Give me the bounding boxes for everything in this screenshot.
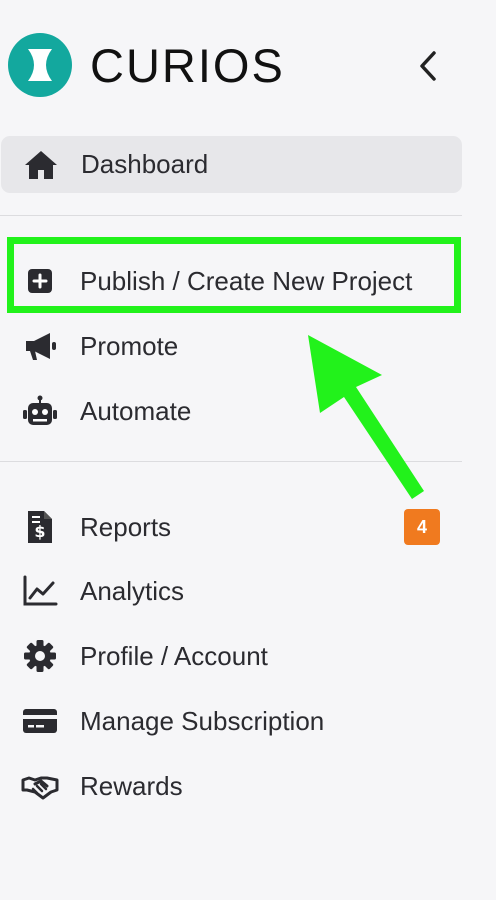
divider (0, 215, 462, 216)
sidebar-item-label: Reports (80, 511, 172, 542)
invoice-dollar-icon: $ (20, 507, 60, 547)
sidebar-item-label: Promote (80, 330, 179, 361)
sidebar-item-dashboard[interactable]: Dashboard (1, 136, 462, 193)
svg-text:$: $ (34, 522, 45, 541)
megaphone-icon (20, 326, 60, 366)
curios-logo-icon (8, 33, 72, 97)
handshake-icon (20, 766, 60, 806)
sidebar-item-label: Analytics (80, 575, 185, 606)
sidebar-header: CURIOS (0, 0, 496, 130)
brand-name: CURIOS (90, 39, 285, 92)
sidebar-item-rewards[interactable]: Rewards (0, 757, 462, 815)
credit-card-icon (20, 701, 60, 741)
sidebar-item-analytics[interactable]: Analytics (0, 562, 462, 620)
sidebar-item-label: Rewards (80, 770, 183, 801)
sidebar-item-profile[interactable]: Profile / Account (0, 627, 462, 685)
collapse-sidebar-button[interactable] (412, 46, 446, 86)
home-icon (21, 145, 61, 185)
sidebar-item-label: Manage Subscription (80, 705, 325, 736)
gear-icon (20, 636, 60, 676)
highlight-box (7, 237, 461, 313)
sidebar-item-label: Dashboard (81, 149, 209, 179)
sidebar-item-subscription[interactable]: Manage Subscription (0, 692, 462, 750)
line-chart-icon (20, 571, 60, 611)
robot-icon (20, 391, 60, 431)
reports-count-badge: 4 (404, 509, 440, 545)
sidebar-item-reports[interactable]: $ Reports (0, 498, 462, 556)
pointer-arrow-icon (308, 335, 424, 499)
sidebar-item-label: Profile / Account (80, 640, 268, 671)
sidebar-item-label: Automate (80, 395, 192, 426)
chevron-left-icon (420, 51, 436, 81)
